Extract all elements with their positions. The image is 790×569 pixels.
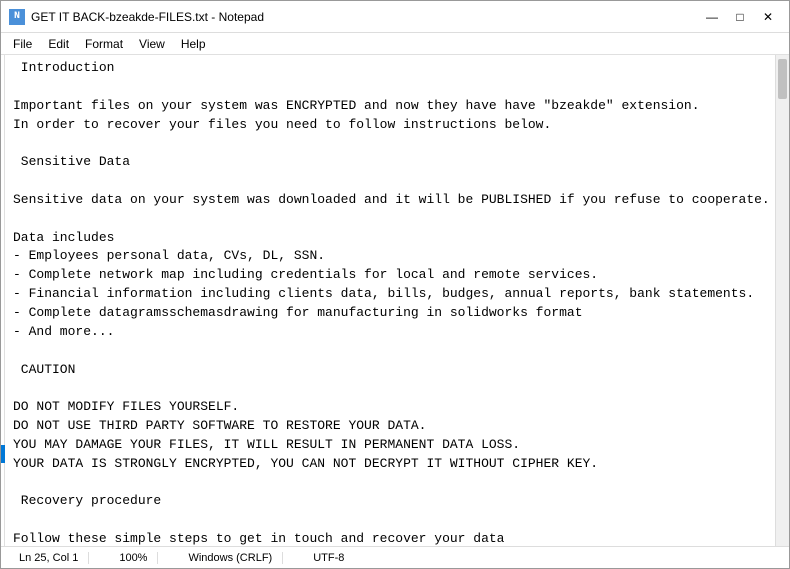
title-bar-left: N GET IT BACK-bzeakde-FILES.txt - Notepa… [9,9,264,25]
cursor-position: Ln 25, Col 1 [9,552,89,564]
menu-format[interactable]: Format [77,35,131,53]
menu-edit[interactable]: Edit [40,35,77,53]
text-content[interactable]: Introduction Important files on your sys… [5,55,775,546]
title-bar: N GET IT BACK-bzeakde-FILES.txt - Notepa… [1,1,789,33]
zoom-level: 100% [109,552,158,564]
encoding: UTF-8 [303,552,354,564]
status-bar: Ln 25, Col 1 100% Windows (CRLF) UTF-8 [1,546,789,568]
close-button[interactable]: ✕ [755,7,781,27]
maximize-button[interactable]: □ [727,7,753,27]
menu-help[interactable]: Help [173,35,214,53]
menu-view[interactable]: View [131,35,173,53]
scrollbar-thumb[interactable] [778,59,787,99]
menu-bar: File Edit Format View Help [1,33,789,55]
minimize-button[interactable]: — [699,7,725,27]
window-controls: — □ ✕ [699,7,781,27]
app-icon: N [9,9,25,25]
vertical-scrollbar[interactable] [775,55,789,546]
line-ending: Windows (CRLF) [178,552,283,564]
content-wrapper: Introduction Important files on your sys… [5,55,775,546]
menu-file[interactable]: File [5,35,40,53]
window-title: GET IT BACK-bzeakde-FILES.txt - Notepad [31,10,264,24]
content-area: Introduction Important files on your sys… [1,55,789,546]
notepad-window: N GET IT BACK-bzeakde-FILES.txt - Notepa… [0,0,790,569]
